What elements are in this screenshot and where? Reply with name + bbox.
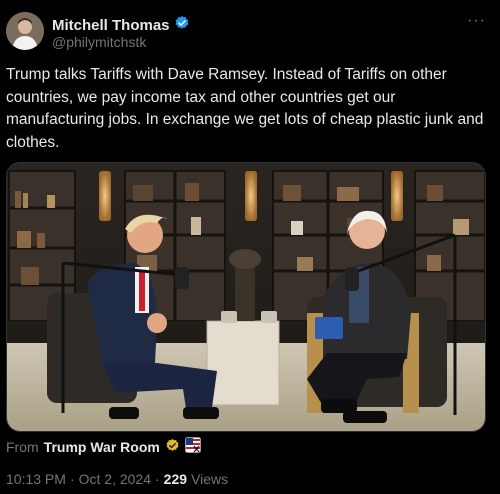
tweet-time[interactable]: 10:13 PM bbox=[6, 471, 66, 487]
tweet-video[interactable] bbox=[6, 162, 486, 432]
tweet-date[interactable]: Oct 2, 2024 bbox=[79, 471, 151, 487]
gold-verified-badge-icon bbox=[165, 438, 180, 456]
author-display-name[interactable]: Mitchell Thomas bbox=[52, 17, 170, 34]
tweet-metadata: 10:13 PM · Oct 2, 2024 · 229 Views bbox=[6, 471, 228, 487]
verified-badge-icon bbox=[174, 15, 190, 36]
video-frame-illustration bbox=[7, 163, 485, 431]
source-attribution: From Trump War Room bbox=[6, 437, 201, 456]
tweet-header: Mitchell Thomas @philymitchstk ··· bbox=[6, 8, 494, 54]
views-label: Views bbox=[191, 471, 229, 487]
tweet-text: Trump talks Tariffs with Dave Ramsey. In… bbox=[6, 66, 484, 151]
author-handle[interactable]: @philymitchstk bbox=[52, 34, 146, 50]
source-prefix: From bbox=[6, 438, 39, 455]
meta-separator-2: · bbox=[155, 471, 160, 487]
source-name-link[interactable]: Trump War Room bbox=[44, 439, 160, 455]
more-options-icon[interactable]: ··· bbox=[467, 12, 486, 30]
author-avatar[interactable] bbox=[6, 12, 44, 50]
meta-separator: · bbox=[69, 471, 75, 487]
views-count: 229 bbox=[163, 471, 188, 487]
affiliate-flag-icon bbox=[184, 437, 201, 456]
